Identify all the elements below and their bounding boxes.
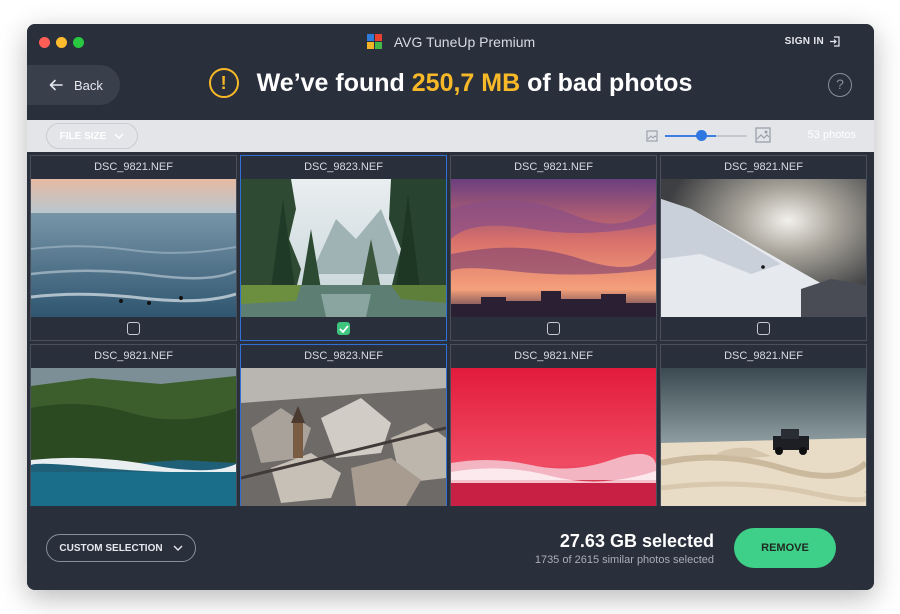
photo-checkbox[interactable] bbox=[127, 322, 140, 335]
app-window: AVG TuneUp Premium SIGN IN Back ! We’ve f… bbox=[27, 24, 874, 590]
photo-card[interactable]: DSC_9821.NEF bbox=[30, 155, 237, 341]
photo-thumbnail-snowy-town[interactable] bbox=[241, 368, 446, 506]
photo-filename: DSC_9821.NEF bbox=[514, 161, 593, 173]
photo-checkbox[interactable] bbox=[547, 322, 560, 335]
photo-checkbox[interactable] bbox=[757, 322, 770, 335]
photo-filename: DSC_9821.NEF bbox=[94, 161, 173, 173]
photo-thumbnail-red-landscape[interactable] bbox=[451, 368, 656, 506]
photo-filename: DSC_9821.NEF bbox=[514, 350, 593, 362]
remove-button[interactable]: REMOVE bbox=[734, 528, 836, 568]
sign-in-icon bbox=[830, 36, 840, 47]
photo-thumbnail-forest-lake[interactable] bbox=[241, 179, 446, 317]
sign-in-button[interactable]: SIGN IN bbox=[785, 36, 840, 47]
toolbar: FILE SIZE 53 photos bbox=[27, 120, 874, 152]
photo-card-selected[interactable]: DSC_9823.NEF bbox=[240, 344, 447, 530]
slider-track-rest[interactable] bbox=[716, 135, 747, 137]
photo-card[interactable]: DSC_9821.NEF bbox=[30, 344, 237, 530]
photo-card-selected[interactable]: DSC_9823.NEF bbox=[240, 155, 447, 341]
sign-in-label: SIGN IN bbox=[784, 36, 824, 47]
headline-suffix: of bad photos bbox=[527, 69, 693, 97]
footer-bar: CUSTOM SELECTION 27.63 GB selected 1735 … bbox=[27, 506, 874, 590]
custom-selection-dropdown[interactable]: CUSTOM SELECTION bbox=[46, 534, 196, 562]
file-size-sort-button[interactable]: FILE SIZE bbox=[46, 123, 138, 149]
large-image-icon bbox=[755, 127, 771, 143]
photo-thumbnail-snow-mountain[interactable] bbox=[661, 179, 866, 317]
photo-filename: DSC_9821.NEF bbox=[724, 350, 803, 362]
photo-thumbnail-ocean[interactable] bbox=[31, 179, 236, 317]
photo-thumbnail-jungle-coast[interactable] bbox=[31, 368, 236, 506]
app-title-text: AVG TuneUp Premium bbox=[393, 34, 536, 50]
photo-grid: DSC_9821.NEF DSC_9823.NEF DSC_9821.NEF D… bbox=[30, 155, 867, 530]
selected-count: 1735 of 2615 similar photos selected bbox=[534, 554, 714, 566]
photo-checkbox-checked[interactable] bbox=[337, 322, 350, 335]
warning-icon: ! bbox=[208, 68, 239, 98]
thumbnail-size-slider[interactable] bbox=[696, 130, 707, 141]
small-image-icon bbox=[646, 130, 658, 142]
chevron-down-icon bbox=[173, 545, 183, 551]
page-title: ! We’ve found 250,7 MB of bad photos bbox=[27, 68, 874, 98]
file-size-label: FILE SIZE bbox=[59, 130, 107, 142]
photo-count: 53 photos bbox=[807, 129, 856, 141]
avg-logo-icon bbox=[366, 34, 382, 49]
photo-filename: DSC_9821.NEF bbox=[724, 161, 803, 173]
photo-filename: DSC_9823.NEF bbox=[304, 350, 383, 362]
photo-filename: DSC_9823.NEF bbox=[304, 161, 383, 173]
chevron-down-icon bbox=[114, 133, 124, 139]
photo-card[interactable]: DSC_9821.NEF bbox=[450, 344, 657, 530]
title-bar: AVG TuneUp Premium SIGN IN Back ! We’ve f… bbox=[27, 24, 874, 120]
photo-card[interactable]: DSC_9821.NEF bbox=[660, 344, 867, 530]
photo-filename: DSC_9821.NEF bbox=[94, 350, 173, 362]
photo-card[interactable]: DSC_9821.NEF bbox=[660, 155, 867, 341]
help-button[interactable]: ? bbox=[828, 73, 852, 97]
photo-thumbnail-sunset-sky[interactable] bbox=[451, 179, 656, 317]
app-title: AVG TuneUp Premium bbox=[27, 33, 874, 51]
headline-prefix: We’ve found bbox=[256, 69, 405, 97]
headline-amount: 250,7 MB bbox=[411, 69, 521, 97]
checkmark-icon bbox=[338, 324, 349, 333]
photo-thumbnail-desert-truck[interactable] bbox=[661, 368, 866, 506]
selected-size: 27.63 GB selected bbox=[559, 531, 714, 551]
photo-card[interactable]: DSC_9821.NEF bbox=[450, 155, 657, 341]
thumbnail-size-control bbox=[644, 126, 784, 146]
custom-selection-label: CUSTOM SELECTION bbox=[59, 542, 163, 554]
